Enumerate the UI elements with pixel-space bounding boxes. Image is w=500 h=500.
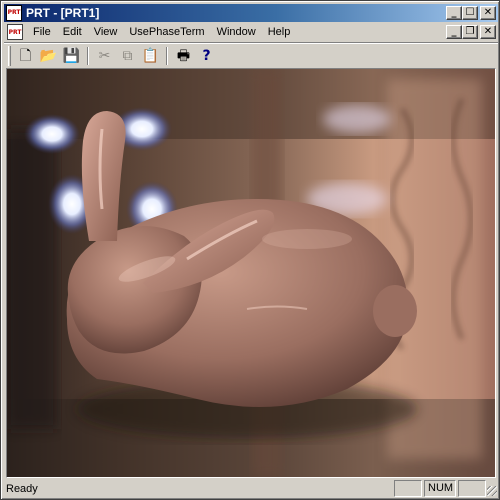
toolbar-separator — [166, 46, 168, 65]
maximize-icon: ☐ — [465, 7, 475, 18]
toolbar-separator — [87, 46, 89, 65]
paste-icon: 📋 — [141, 47, 160, 64]
open-button[interactable]: 📂 — [37, 45, 60, 67]
toolbar-grip[interactable] — [8, 45, 11, 66]
new-icon: 🗋 — [19, 47, 32, 64]
print-button[interactable]: 🖶 — [172, 45, 195, 67]
print-icon: 🖶 — [176, 47, 191, 64]
maximize-button[interactable]: ☐ — [462, 6, 478, 20]
cut-button[interactable]: ✂ — [93, 45, 116, 67]
close-button[interactable]: ✕ — [480, 6, 496, 20]
menu-help[interactable]: Help — [262, 23, 297, 41]
save-button[interactable]: 💾 — [60, 45, 83, 67]
app-window: PRT PRT - [PRT1] _ ☐ ✕ PRT File Edit Vie… — [0, 0, 500, 500]
document-icon[interactable]: PRT — [7, 24, 23, 40]
child-restore-button[interactable]: ❐ — [462, 25, 478, 39]
status-pane-num: NUM — [424, 480, 456, 497]
menu-edit[interactable]: Edit — [57, 23, 88, 41]
child-close-button[interactable]: ✕ — [480, 25, 496, 39]
status-bar: Ready NUM — [4, 479, 498, 498]
status-pane-caps — [394, 480, 422, 497]
help-button[interactable]: ? — [195, 45, 218, 67]
close-icon: ✕ — [483, 7, 493, 18]
menu-usephaseterm[interactable]: UsePhaseTerm — [123, 23, 210, 41]
window-title: PRT - [PRT1] — [26, 6, 100, 20]
close-icon: ✕ — [483, 26, 493, 37]
status-text: Ready — [6, 482, 38, 495]
app-icon[interactable]: PRT — [6, 5, 22, 21]
status-pane-scroll — [458, 480, 486, 497]
rendered-scene — [7, 69, 495, 477]
menu-bar: PRT File Edit View UsePhaseTerm Window H… — [4, 22, 498, 42]
menu-view[interactable]: View — [88, 23, 124, 41]
render-viewport[interactable] — [6, 68, 496, 478]
minimize-button[interactable]: _ — [446, 6, 462, 20]
menu-window[interactable]: Window — [211, 23, 262, 41]
toolbar: 🗋 📂 💾 ✂ ⧉ 📋 🖶 ? — [4, 42, 498, 68]
resize-grip[interactable] — [486, 480, 498, 497]
title-bar[interactable]: PRT PRT - [PRT1] _ ☐ ✕ — [4, 4, 498, 22]
new-button[interactable]: 🗋 — [14, 45, 37, 67]
open-icon: 📂 — [39, 47, 58, 64]
paste-button[interactable]: 📋 — [139, 45, 162, 67]
minimize-icon: _ — [451, 7, 457, 18]
restore-icon: ❐ — [465, 26, 475, 37]
cut-icon: ✂ — [98, 47, 111, 64]
minimize-icon: _ — [451, 26, 457, 37]
help-icon: ? — [202, 47, 211, 64]
save-icon: 💾 — [62, 47, 81, 64]
child-minimize-button[interactable]: _ — [446, 25, 462, 39]
copy-button[interactable]: ⧉ — [116, 45, 139, 67]
copy-icon: ⧉ — [122, 47, 133, 64]
menu-file[interactable]: File — [27, 23, 57, 41]
